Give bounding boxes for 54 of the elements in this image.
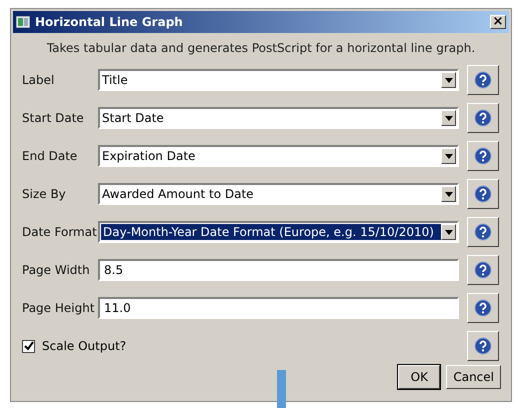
- caret-icon: [444, 192, 452, 196]
- dropdown-arrow-button[interactable]: [441, 148, 456, 164]
- help-button[interactable]: [467, 103, 499, 133]
- help-button[interactable]: [467, 65, 499, 95]
- dropdown[interactable]: Awarded Amount to Date: [98, 183, 459, 205]
- checkbox-label: Scale Output?: [42, 339, 126, 353]
- help-button[interactable]: [467, 331, 499, 361]
- field-label: Page Height: [22, 301, 96, 315]
- help-button[interactable]: [467, 217, 499, 247]
- help-button[interactable]: [467, 141, 499, 171]
- help-icon: [474, 109, 492, 127]
- field-label: End Date: [22, 149, 78, 163]
- dialog-button[interactable]: Cancel: [446, 365, 501, 389]
- help-icon: [474, 223, 492, 241]
- dropdown-arrow-button[interactable]: [441, 186, 456, 202]
- help-button[interactable]: [467, 293, 499, 323]
- dropdown-value: Start Date: [101, 110, 165, 126]
- caret-icon: [444, 230, 452, 234]
- dropdown-arrow-button[interactable]: [441, 224, 456, 240]
- help-icon: [474, 71, 492, 89]
- caret-icon: [444, 116, 452, 120]
- dropdown[interactable]: Start Date: [98, 107, 459, 129]
- field-label: Date Format: [22, 225, 98, 239]
- dropdown-arrow-button[interactable]: [441, 110, 456, 126]
- dropdown[interactable]: Day-Month-Year Date Format (Europe, e.g. 15/10/2010): [98, 221, 459, 243]
- help-icon: [474, 299, 492, 317]
- splitter-bar: [277, 370, 286, 408]
- window-icon: [16, 16, 30, 28]
- dropdown[interactable]: Title: [98, 69, 459, 91]
- caret-icon: [444, 154, 452, 158]
- dropdown-value: Awarded Amount to Date: [101, 186, 255, 202]
- close-button[interactable]: ×: [490, 15, 506, 29]
- window-title: Horizontal Line Graph: [35, 15, 184, 29]
- help-icon: [474, 147, 492, 165]
- description-text: Takes tabular data and generates PostScript for a horizontal line graph.: [46, 41, 476, 55]
- dropdown[interactable]: Expiration Date: [98, 145, 459, 167]
- dropdown-value: Expiration Date: [101, 148, 196, 164]
- dropdown-arrow-button[interactable]: [441, 72, 456, 88]
- field-label: Start Date: [22, 111, 85, 125]
- input-field[interactable]: 11.0: [98, 297, 459, 319]
- field-label: Label: [22, 73, 56, 87]
- help-button[interactable]: [467, 179, 499, 209]
- dropdown-value: Day-Month-Year Date Format (Europe, e.g. 15/10/2010): [101, 224, 441, 240]
- help-icon: [474, 337, 492, 355]
- help-icon: [474, 185, 492, 203]
- dropdown-value: Title: [101, 72, 129, 88]
- input-field[interactable]: 8.5: [98, 259, 459, 281]
- caret-icon: [444, 78, 452, 82]
- help-button[interactable]: [467, 255, 499, 285]
- help-icon: [474, 261, 492, 279]
- field-label: Page Width: [22, 263, 91, 277]
- field-label: Size By: [22, 187, 67, 201]
- checkbox[interactable]: [22, 340, 35, 352]
- dialog-button[interactable]: OK: [398, 365, 440, 389]
